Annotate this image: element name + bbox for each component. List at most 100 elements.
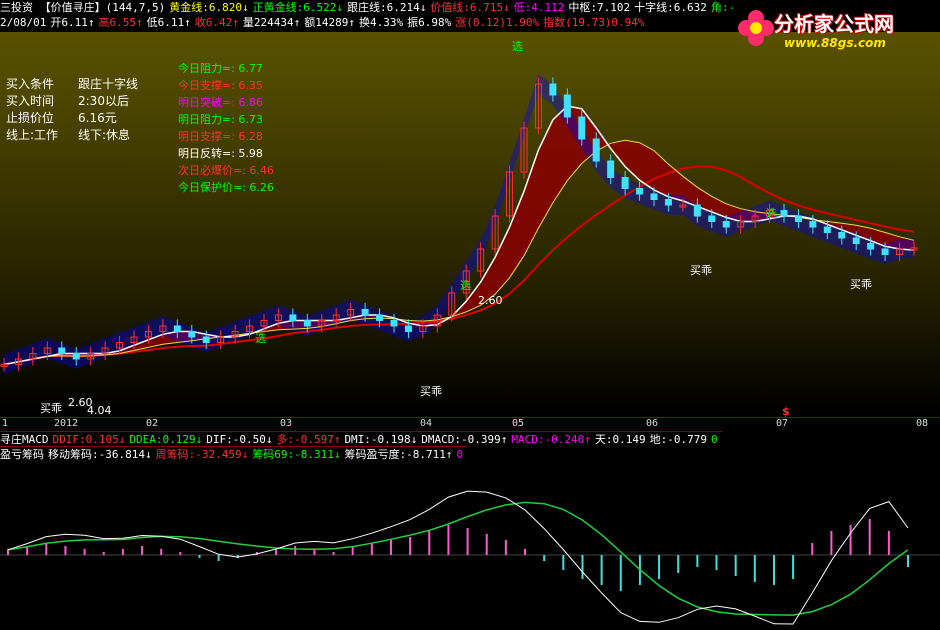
header-item: 价值线:6.715↓	[430, 1, 510, 14]
condition-label: 买入条件	[6, 77, 55, 91]
condition-value: 6.16元	[78, 111, 117, 125]
indicator-item: DMI:-0.198↓	[344, 433, 418, 446]
indicator-item: 地:-0.779	[649, 433, 707, 446]
indicator-chart-svg	[0, 460, 940, 630]
indicator-item: DIF:-0.50↓	[206, 433, 273, 446]
candle-body	[852, 237, 860, 244]
candle-body	[780, 210, 788, 217]
candle-body	[621, 177, 629, 189]
indicator-item: DDEA:0.129↓	[129, 433, 203, 446]
header-item: 十字线:6.632	[634, 1, 707, 14]
axis-tick: 2012	[54, 418, 79, 429]
condition-value: 2:30以后	[78, 94, 129, 108]
select-marker: 选	[766, 207, 777, 220]
candle-body	[722, 221, 730, 228]
candle-body	[708, 215, 716, 222]
level-tag: 4.04	[87, 404, 112, 417]
header-item: 低6.11↑	[146, 16, 191, 29]
candle-body	[390, 320, 398, 327]
level-tag: 2.60	[478, 294, 503, 307]
select-marker: 选	[460, 279, 471, 292]
condition-label: 买入时间	[6, 94, 55, 108]
level-line: 次日必爆价=: 6.46	[178, 164, 274, 177]
candle-body	[289, 314, 297, 321]
level-line: 明日阻力=: 6.73	[178, 113, 263, 126]
buy-signal-marker: 买乖	[690, 264, 712, 277]
select-marker: 选	[255, 332, 266, 345]
indicator-item: DDIF:0.105↓	[52, 433, 126, 446]
candle-body	[376, 314, 384, 321]
select-marker: 选	[512, 40, 523, 53]
indicator-item: 寻庄MACD	[0, 433, 49, 446]
axis-tick: 03	[280, 418, 293, 429]
candle-body	[607, 160, 615, 178]
candle-body	[823, 226, 831, 233]
candle-body	[867, 243, 875, 250]
header-item: 涨(0.12)1.90%	[455, 16, 540, 29]
candle-body	[794, 215, 802, 222]
logo-title: 分析家公式网	[774, 12, 894, 36]
level-line: 明日突破=: 6.86	[178, 96, 263, 109]
header-item: 收6.42↑	[194, 16, 239, 29]
indicator-chart-panel[interactable]	[0, 460, 940, 630]
candle-body	[404, 325, 412, 332]
header-item: 高6.55↑	[98, 16, 143, 29]
header-row-2: 2/08/01 开6.11↑ 高6.55↑ 低6.11↑ 收6.42↑ 量224434↑ 额…	[0, 15, 649, 30]
header-item: 开6.11↑	[50, 16, 95, 29]
header-item: 2/08/01	[0, 16, 47, 29]
candle-body	[881, 248, 889, 255]
level-line: 今日阻力=: 6.77	[178, 62, 263, 75]
candle-body	[72, 353, 80, 360]
header-item: 额14289↑	[304, 16, 355, 29]
header-item: 振6.98%	[407, 16, 452, 29]
candle-body	[303, 320, 311, 327]
buy-signal-marker: 买乖	[420, 385, 442, 398]
level-line: 今日支撑=: 6.35	[178, 79, 263, 92]
candle-body	[578, 116, 586, 140]
indicator-background	[0, 460, 940, 630]
logo-url: www.88gs.com	[784, 36, 886, 50]
level-line: 今日保护价=: 6.26	[178, 181, 274, 194]
buy-conditions-panel: 买入条件 跟庄十字线 买入时间 2:30以后 止损价位 6.16元 线上:工作 线下:休…	[6, 76, 138, 144]
candle-body	[693, 204, 701, 217]
header-item: 跟庄线:6.214↓	[346, 1, 427, 14]
price-chart-panel[interactable]	[0, 32, 940, 417]
candle-body	[636, 188, 644, 195]
condition-label: 止损价位	[6, 111, 55, 125]
indicator-item: 天:0.149	[594, 433, 646, 446]
axis-tick: 07	[776, 418, 789, 429]
candle-body	[809, 221, 817, 228]
level-line: 明日支撑=: 6.28	[178, 130, 263, 143]
price-chart-svg	[0, 32, 940, 417]
indicator-item: MACD:-0.240↑	[511, 433, 591, 446]
header-item: 中枢:7.102	[568, 1, 631, 14]
header-item: 换4.33%	[358, 16, 404, 29]
candle-body	[549, 83, 557, 96]
time-axis: 1 2012 02 03 04 05 06 07 08	[0, 417, 940, 432]
header-row-1: 三投资 【价值寻庄】(144,7,5) 黄金线:6.820↓ 正黄金线:6.522↓…	[0, 0, 739, 15]
axis-tick: 05	[512, 418, 525, 429]
flower-logo-icon	[738, 10, 774, 46]
site-logo: 分析家公式网 www.88gs.com	[734, 4, 934, 58]
axis-tick: 06	[646, 418, 659, 429]
condition-value: 跟庄十字线	[78, 77, 139, 91]
candle-body	[563, 94, 571, 118]
buy-signal-marker: 买乖	[850, 278, 872, 291]
level-line: 明日反转=: 5.98	[178, 147, 263, 160]
axis-tick: 08	[916, 418, 929, 429]
header-item: 正黄金线:6.522↓	[252, 1, 343, 14]
header-item: 低:4.112	[513, 1, 565, 14]
header-item: 黄金线:6.820↓	[169, 1, 249, 14]
indicator-row-1: 寻庄MACD DDIF:0.105↓ DDEA:0.129↓ DIF:-0.50↓ 多:…	[0, 431, 722, 447]
indicator-item: 多:-0.597↑	[276, 433, 341, 446]
indicator-item: DMACD:-0.399↑	[421, 433, 508, 446]
indicator-item: 0	[710, 433, 718, 446]
buy-signal-marker: 买乖	[40, 402, 62, 415]
axis-tick: 02	[146, 418, 159, 429]
header-item: 角:-	[710, 1, 736, 14]
candle-body	[173, 325, 181, 332]
axis-tick: 1	[2, 418, 9, 429]
axis-tick: 04	[420, 418, 433, 429]
price-levels-panel: 今日阻力=: 6.77 今日支撑=: 6.35 明日突破=: 6.86 明日阻力…	[178, 60, 274, 196]
condition-label: 线上:工作	[6, 128, 59, 142]
